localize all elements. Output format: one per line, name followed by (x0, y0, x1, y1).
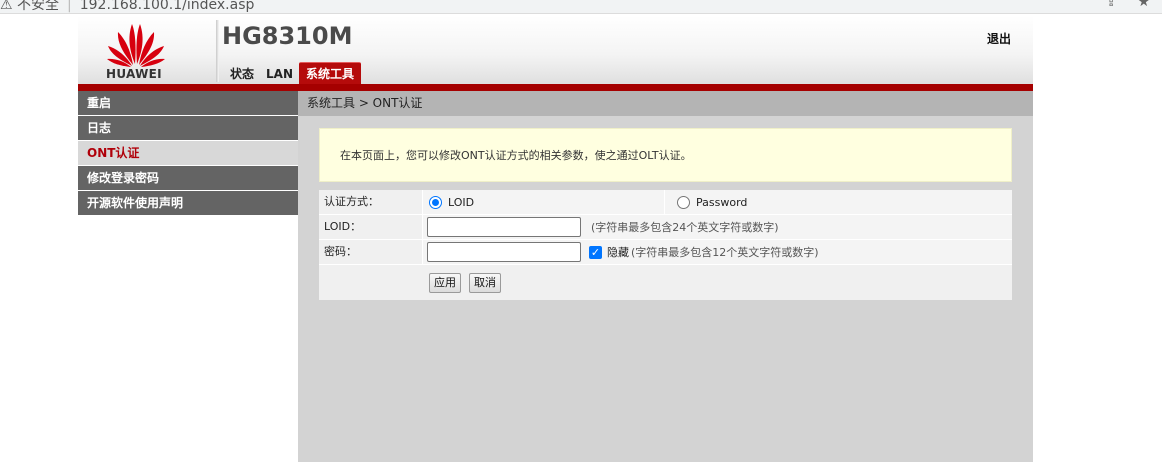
security-label: 不安全 (17, 0, 60, 13)
form-actions: 应用 取消 (319, 265, 1012, 300)
cancel-button[interactable]: 取消 (469, 273, 501, 293)
loid-row: LOID： (字符串最多包含24个英文字符或数字) (319, 215, 1012, 240)
sidebar-item-open-source[interactable]: 开源软件使用声明 (78, 191, 298, 216)
logout-link[interactable]: 退出 (987, 30, 1011, 47)
sidebar-item-ont-auth[interactable]: ONT认证 (78, 141, 298, 166)
sidebar-item-change-password[interactable]: 修改登录密码 (78, 166, 298, 191)
product-title: HG8310M (222, 22, 353, 50)
auth-mode-row: 认证方式： LOID Password (319, 190, 1012, 215)
auth-mode-label: 认证方式： (319, 190, 423, 214)
password-radio[interactable] (677, 195, 690, 209)
hide-checkbox[interactable]: ✓ (589, 245, 602, 259)
info-notice: 在本页面上，您可以修改ONT认证方式的相关参数，使之通过OLT认证。 (319, 128, 1012, 182)
huawei-petal-icon (107, 24, 165, 67)
star-icon[interactable]: ★ (1137, 0, 1150, 10)
hide-label: 隐藏 (607, 246, 629, 259)
apply-button[interactable]: 应用 (429, 273, 461, 293)
password-label: 密码： (319, 240, 423, 264)
loid-hint: (字符串最多包含24个英文字符或数字) (591, 221, 779, 234)
header-divider (216, 20, 219, 82)
loid-label: LOID： (319, 215, 423, 239)
brand-name: HUAWEI (106, 67, 162, 81)
ont-auth-form: 认证方式： LOID Password LOID： (字符串最多包含24个英文字… (319, 190, 1012, 300)
url-text[interactable]: 192.168.100.1/index.asp (80, 0, 255, 13)
page-header: HUAWEI HG8310M 退出 状态 LAN 系统工具 (78, 16, 1033, 86)
loid-radio-label: LOID (448, 195, 475, 209)
loid-radio[interactable] (429, 195, 442, 209)
password-row: 密码： ✓ 隐藏 (字符串最多包含12个英文字符或数字) (319, 240, 1012, 265)
main-nav: 状态 LAN 系统工具 (224, 62, 362, 84)
header-red-bar (78, 84, 1033, 91)
browser-address-bar[interactable]: ⚠ 不安全 | 192.168.100.1/index.asp ⇪ ★ (0, 0, 1162, 14)
router-page: HUAWEI HG8310M 退出 状态 LAN 系统工具 重启 日志 ONT认… (78, 16, 1033, 462)
loid-radio-option[interactable]: LOID (423, 190, 665, 214)
tab-status[interactable]: 状态 (224, 64, 260, 84)
sidebar-item-reboot[interactable]: 重启 (78, 91, 298, 116)
sidebar: 重启 日志 ONT认证 修改登录密码 开源软件使用声明 (78, 91, 298, 462)
password-input[interactable] (427, 242, 581, 262)
main-content: 系统工具 > ONT认证 在本页面上，您可以修改ONT认证方式的相关参数，使之通… (298, 91, 1033, 462)
loid-input[interactable] (427, 217, 581, 237)
password-radio-label: Password (696, 195, 748, 209)
tab-system-tools[interactable]: 系统工具 (299, 62, 362, 84)
address-text[interactable]: ⚠ 不安全 | 192.168.100.1/index.asp (0, 0, 255, 13)
breadcrumb: 系统工具 > ONT认证 (298, 91, 1033, 116)
huawei-logo: HUAWEI (78, 16, 216, 86)
password-hint: (字符串最多包含12个英文字符或数字) (631, 246, 819, 259)
warning-icon: ⚠ (0, 0, 13, 13)
password-radio-option[interactable]: Password (665, 190, 1012, 214)
sidebar-item-log[interactable]: 日志 (78, 116, 298, 141)
share-icon[interactable]: ⇪ (1105, 0, 1117, 10)
tab-lan[interactable]: LAN (260, 64, 299, 84)
